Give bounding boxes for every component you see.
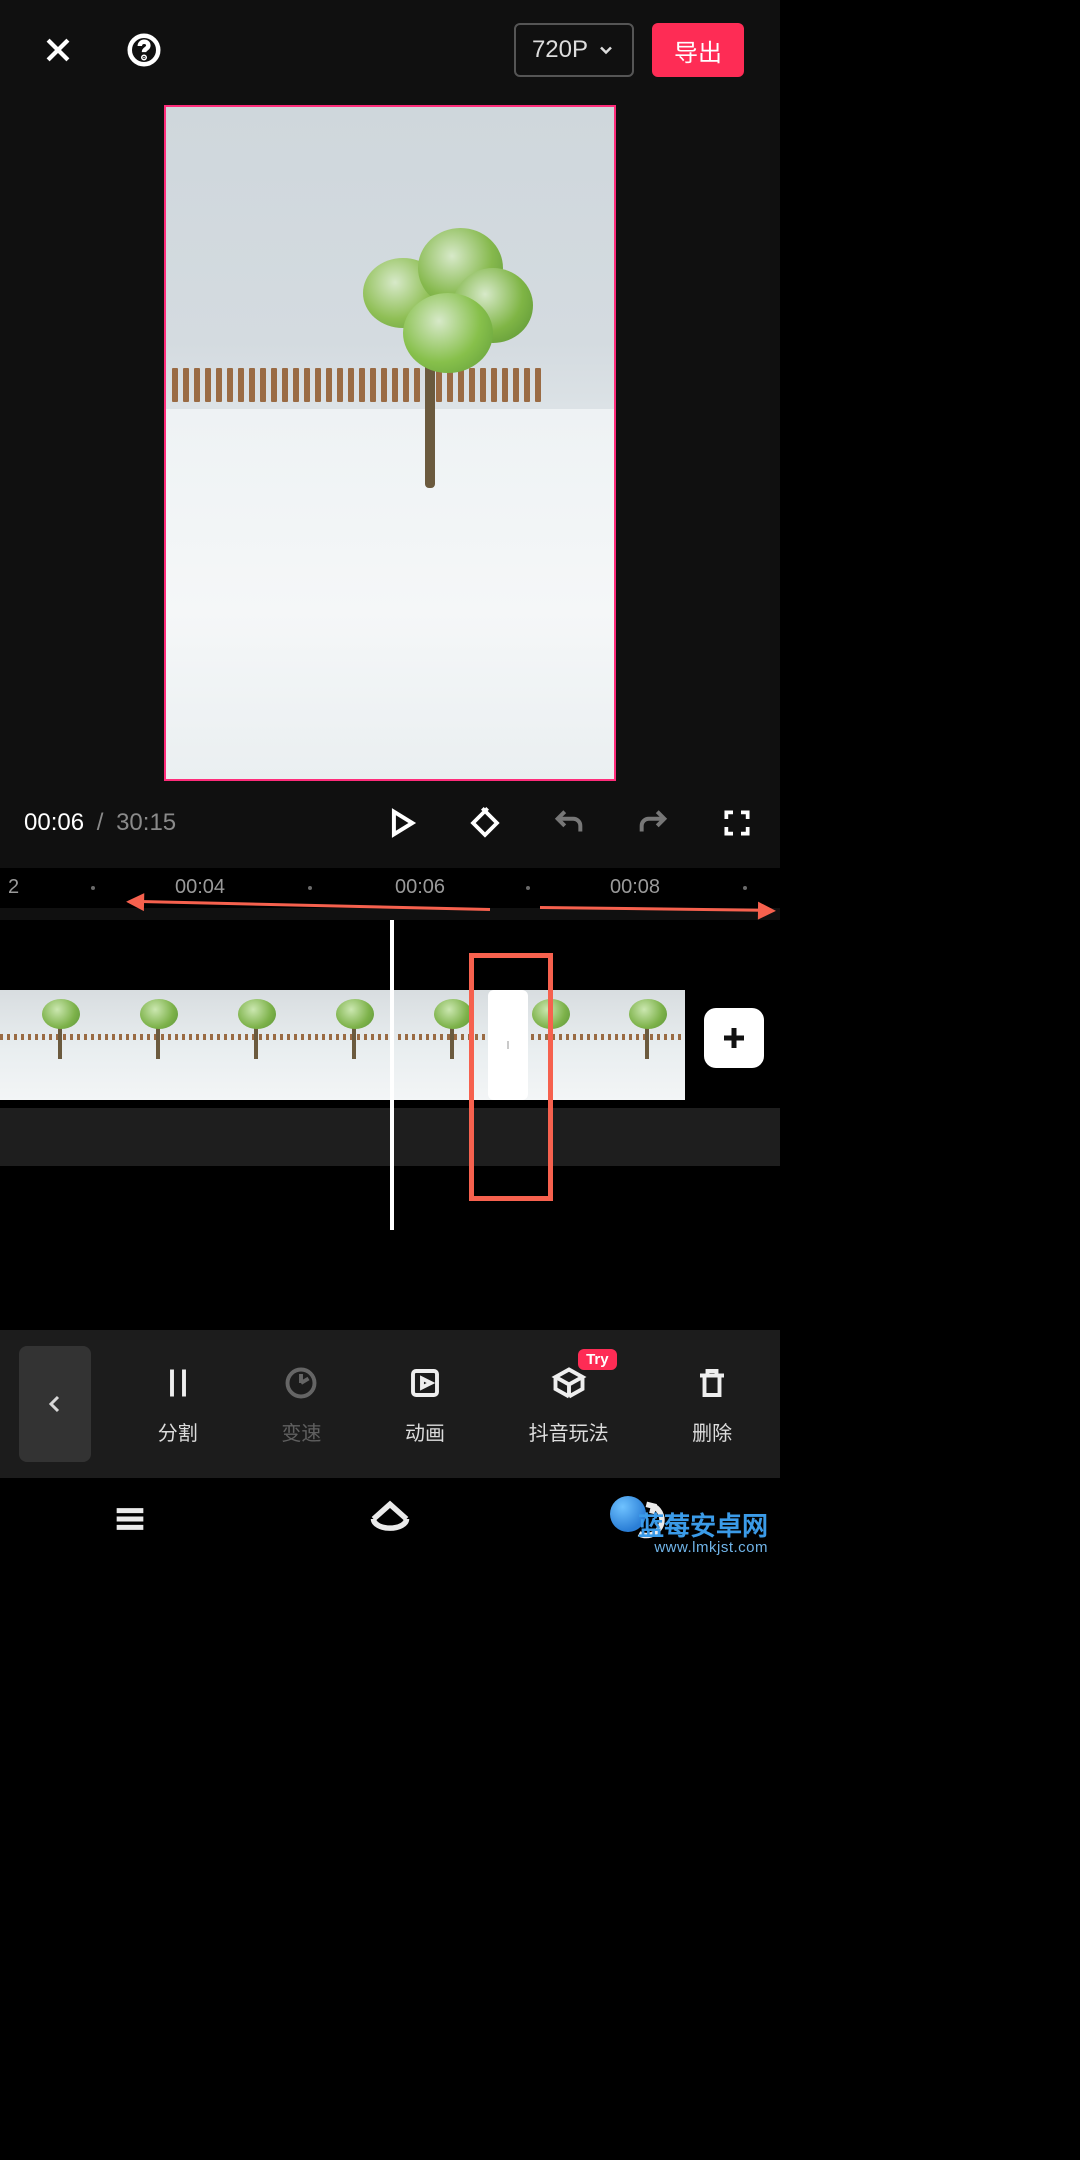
tool-split[interactable]: 分割: [158, 1363, 198, 1446]
speed-icon: [281, 1363, 321, 1403]
timeline-ruler[interactable]: 2 00:04 00:06 00:08: [0, 868, 780, 908]
fullscreen-icon[interactable]: [718, 804, 756, 842]
ruler-mark: 00:08: [610, 876, 660, 899]
clip-thumb[interactable]: [0, 990, 98, 1100]
playhead[interactable]: [390, 920, 394, 1230]
tool-label: 删除: [692, 1417, 732, 1446]
ruler-mark: 00:06: [395, 876, 445, 899]
close-icon[interactable]: [36, 28, 80, 72]
tools-back-button[interactable]: [19, 1346, 91, 1462]
nav-home-icon[interactable]: [366, 1495, 414, 1543]
add-clip-button[interactable]: [704, 1008, 764, 1068]
ruler-dot: [308, 886, 312, 890]
ruler-dot: [91, 886, 95, 890]
split-icon: [158, 1363, 198, 1403]
undo-icon[interactable]: [550, 804, 588, 842]
clip-thumb[interactable]: [391, 990, 489, 1100]
current-time: 00:06: [24, 809, 84, 836]
ruler-dot: [526, 886, 530, 890]
ruler-edge: 2: [8, 876, 19, 899]
delete-icon: [692, 1363, 732, 1403]
clip-thumb[interactable]: [294, 990, 392, 1100]
watermark: 蓝莓安卓网 www.lmkjst.com: [638, 1513, 768, 1556]
top-bar: 720P 导出: [0, 0, 780, 100]
resolution-select[interactable]: 720P: [514, 23, 634, 77]
time-separator: /: [91, 809, 110, 836]
tool-label: 分割: [158, 1417, 198, 1446]
watermark-url: www.lmkjst.com: [638, 1540, 768, 1556]
tool-delete[interactable]: 删除: [692, 1363, 732, 1446]
chevron-down-icon: [596, 40, 616, 60]
tool-douyin-effects[interactable]: Try 抖音玩法: [529, 1363, 609, 1446]
clip-thumb[interactable]: [196, 990, 294, 1100]
tool-label: 动画: [405, 1417, 445, 1446]
video-preview[interactable]: [0, 100, 780, 786]
preview-frame: [164, 105, 616, 781]
clip-thumb[interactable]: [98, 990, 196, 1100]
play-bar: 00:06 / 30:15: [0, 792, 780, 854]
tool-label: 抖音玩法: [529, 1417, 609, 1446]
tool-speed: 变速: [281, 1363, 321, 1446]
watermark-title: 蓝莓安卓网: [638, 1513, 768, 1540]
time-display: 00:06 / 30:15: [24, 809, 176, 837]
clip-thumb[interactable]: [587, 990, 685, 1100]
nav-recents-icon[interactable]: [106, 1495, 154, 1543]
transition-handle[interactable]: [488, 990, 528, 1100]
export-button[interactable]: 导出: [652, 23, 744, 77]
timeline-area: [0, 920, 780, 1330]
ruler-mark: 00:04: [175, 876, 225, 899]
resolution-label: 720P: [532, 36, 588, 64]
ruler-dot: [743, 886, 747, 890]
clip-track[interactable]: [0, 990, 685, 1100]
tool-bar: 分割 变速 动画 Try 抖音玩法: [0, 1330, 780, 1478]
tool-animation[interactable]: 动画: [405, 1363, 445, 1446]
try-badge: Try: [578, 1349, 617, 1370]
duration: 30:15: [116, 809, 176, 836]
play-icon[interactable]: [382, 804, 420, 842]
tool-label: 变速: [281, 1417, 321, 1446]
help-icon[interactable]: [122, 28, 166, 72]
animation-icon: [405, 1363, 445, 1403]
redo-icon[interactable]: [634, 804, 672, 842]
keyframe-icon[interactable]: [466, 804, 504, 842]
